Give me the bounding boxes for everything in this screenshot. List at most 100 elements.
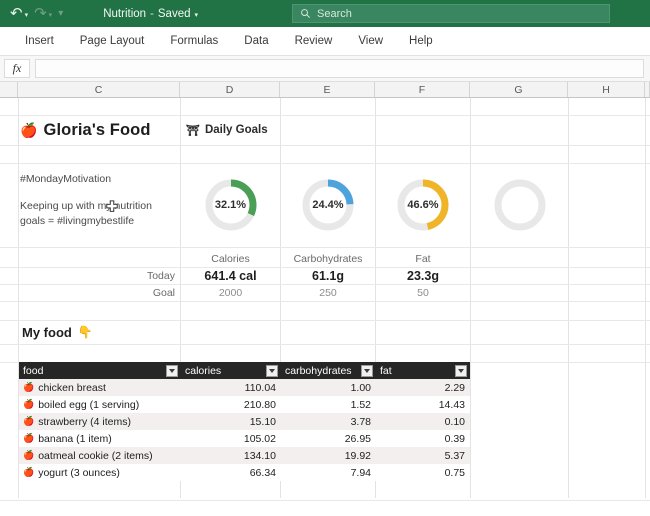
tab-help[interactable]: Help — [396, 32, 446, 50]
my-food-heading-cell[interactable]: My food 👇 — [22, 320, 178, 344]
cell-food[interactable]: 🍎 boiled egg (1 serving) — [19, 396, 181, 413]
column-header-E[interactable]: E — [280, 82, 375, 97]
cell-carbohydrates[interactable]: 1.00 — [281, 379, 376, 396]
qat-more-button[interactable]: ▾ — [56, 8, 65, 20]
tab-data[interactable]: Data — [231, 32, 281, 50]
filter-dropdown-carbohydrates[interactable] — [361, 365, 373, 377]
summary-header-carbohydrates[interactable]: Carbohydrates — [281, 250, 375, 267]
cell-carbohydrates[interactable]: 3.78 — [281, 413, 376, 430]
cell-fat[interactable]: 0.75 — [376, 464, 470, 481]
title-chevron-down-icon[interactable]: ▾ — [195, 11, 199, 19]
formula-input[interactable] — [35, 59, 644, 78]
table-row[interactable]: 🍎 strawberry (4 items) 15.10 3.78 0.10 — [19, 413, 470, 430]
tab-review[interactable]: Review — [282, 32, 346, 50]
column-header-H[interactable]: H — [568, 82, 645, 97]
cell-carbohydrates[interactable]: 1.52 — [281, 396, 376, 413]
table-header-calories[interactable]: calories — [181, 362, 281, 379]
tab-page-layout[interactable]: Page Layout — [67, 32, 158, 50]
summary-goal-calories-text: 2000 — [181, 287, 280, 299]
apple-icon: 🍎 — [20, 122, 38, 139]
carbohydrates-progress-label: 24.4% — [300, 177, 356, 233]
table-row[interactable]: 🍎 banana (1 item) 105.02 26.95 0.39 — [19, 430, 470, 447]
fat-donut-cell[interactable]: 46.6% — [376, 163, 470, 247]
cell-fat[interactable]: 0.10 — [376, 413, 470, 430]
table-row[interactable]: 🍎 boiled egg (1 serving) 210.80 1.52 14.… — [19, 396, 470, 413]
table-row[interactable]: 🍎 yogurt (3 ounces) 66.34 7.94 0.75 — [19, 464, 470, 481]
cell-carbohydrates[interactable]: 26.95 — [281, 430, 376, 447]
brand-title-text: Gloria's Food — [44, 121, 151, 140]
empty-progress-label — [492, 177, 548, 233]
cell-calories[interactable]: 66.34 — [181, 464, 281, 481]
summary-goal-carbohydrates[interactable]: 250 — [281, 284, 375, 301]
cell-calories[interactable]: 210.80 — [181, 396, 281, 413]
cell-calories[interactable]: 15.10 — [181, 413, 281, 430]
summary-today-fat[interactable]: 23.3g — [376, 267, 470, 284]
table-row[interactable]: 🍎 chicken breast 110.04 1.00 2.29 — [19, 379, 470, 396]
food-table[interactable]: food calories carbohydrates fat 🍎 chicke… — [19, 362, 470, 481]
apple-icon: 🍎 — [23, 400, 34, 409]
table-header-carbohydrates[interactable]: carbohydrates — [281, 362, 376, 379]
cell-fat[interactable]: 0.39 — [376, 430, 470, 447]
empty-donut-cell[interactable] — [471, 163, 568, 247]
brand-title-cell[interactable]: 🍎 Gloria's Food — [20, 115, 178, 145]
filter-dropdown-food[interactable] — [166, 365, 178, 377]
cell-fat[interactable]: 2.29 — [376, 379, 470, 396]
apple-icon: 🍎 — [23, 417, 34, 426]
tab-formulas[interactable]: Formulas — [157, 32, 231, 50]
column-header-C[interactable]: C — [18, 82, 180, 97]
summary-row-label-today[interactable]: Today — [20, 267, 180, 284]
table-header-food[interactable]: food — [19, 362, 181, 379]
column-header-I[interactable] — [645, 82, 650, 97]
column-header-D[interactable]: D — [180, 82, 280, 97]
table-header-fat[interactable]: fat — [376, 362, 470, 379]
redo-button[interactable]: ↷ ▾ — [32, 5, 54, 22]
cell-food[interactable]: 🍎 strawberry (4 items) — [19, 413, 181, 430]
cell-food-text: strawberry (4 items) — [38, 416, 131, 428]
cell-fat[interactable]: 5.37 — [376, 447, 470, 464]
cell-food-text: oatmeal cookie (2 items) — [38, 450, 152, 462]
tab-view[interactable]: View — [345, 32, 396, 50]
undo-icon: ↶ — [10, 6, 23, 21]
cell-food[interactable]: 🍎 chicken breast — [19, 379, 181, 396]
motivation-line-1: Keeping up with my nutrition — [20, 200, 152, 212]
column-header-G[interactable]: G — [470, 82, 568, 97]
cell-food[interactable]: 🍎 banana (1 item) — [19, 430, 181, 447]
motivation-text-block: #MondayMotivation Keeping up with my nut… — [20, 172, 152, 229]
cell-carbohydrates[interactable]: 7.94 — [281, 464, 376, 481]
undo-button[interactable]: ↶ ▾ — [8, 5, 30, 22]
spreadsheet-grid[interactable]: 🍎 Gloria's Food ⛩ Daily Goals #MondayMot… — [0, 98, 650, 498]
carbohydrates-donut-cell[interactable]: 24.4% — [281, 163, 375, 247]
cell-fat[interactable]: 14.43 — [376, 396, 470, 413]
column-header-corner[interactable] — [0, 82, 18, 97]
column-header-F[interactable]: F — [375, 82, 470, 97]
cell-calories[interactable]: 105.02 — [181, 430, 281, 447]
summary-today-calories[interactable]: 641.4 cal — [181, 267, 280, 284]
summary-goal-fat[interactable]: 50 — [376, 284, 470, 301]
search-box[interactable]: Search — [292, 4, 610, 23]
daily-goals-icon: ⛩ — [186, 124, 200, 137]
summary-row-label-today-text: Today — [20, 270, 180, 282]
summary-header-calories[interactable]: Calories — [181, 250, 280, 267]
insert-function-button[interactable]: fx — [4, 59, 30, 78]
cell-food[interactable]: 🍎 oatmeal cookie (2 items) — [19, 447, 181, 464]
motivation-cell[interactable]: #MondayMotivation Keeping up with my nut… — [20, 163, 178, 247]
calories-donut-cell[interactable]: 32.1% — [181, 163, 280, 247]
summary-today-carbohydrates[interactable]: 61.1g — [281, 267, 375, 284]
cell-carbohydrates[interactable]: 19.92 — [281, 447, 376, 464]
filter-dropdown-calories[interactable] — [266, 365, 278, 377]
summary-row-label-goal[interactable]: Goal — [20, 284, 180, 301]
redo-chevron-down-icon[interactable]: ▾ — [49, 12, 53, 19]
summary-goal-calories[interactable]: 2000 — [181, 284, 280, 301]
document-title[interactable]: Nutrition - Saved ▾ — [103, 8, 198, 20]
tab-insert[interactable]: Insert — [12, 32, 67, 50]
cell-food[interactable]: 🍎 yogurt (3 ounces) — [19, 464, 181, 481]
filter-dropdown-fat[interactable] — [455, 365, 467, 377]
summary-header-fat[interactable]: Fat — [376, 250, 470, 267]
cell-calories[interactable]: 110.04 — [181, 379, 281, 396]
document-name: Nutrition — [103, 8, 146, 20]
daily-goals-cell[interactable]: ⛩ Daily Goals — [186, 115, 366, 145]
cell-calories[interactable]: 134.10 — [181, 447, 281, 464]
table-row[interactable]: 🍎 oatmeal cookie (2 items) 134.10 19.92 … — [19, 447, 470, 464]
undo-chevron-down-icon[interactable]: ▾ — [25, 12, 29, 19]
summary-header-calories-text: Calories — [181, 253, 280, 265]
